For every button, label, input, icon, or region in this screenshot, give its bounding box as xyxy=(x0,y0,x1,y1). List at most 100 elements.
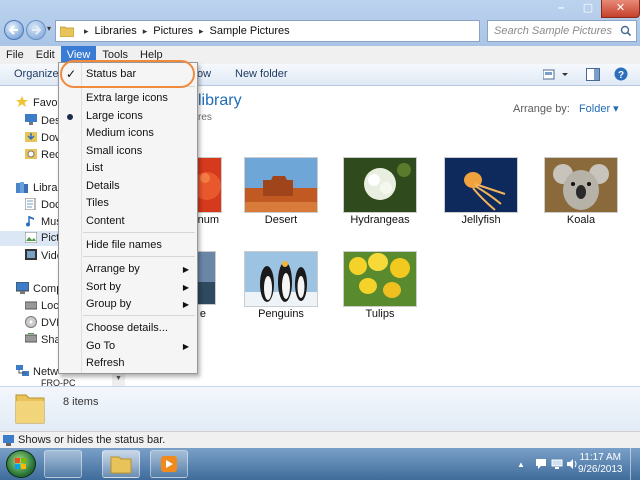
network-tray-icon[interactable] xyxy=(551,458,563,473)
clock-date: 9/26/2013 xyxy=(578,464,623,475)
chevron-right-icon: ▸ xyxy=(199,25,204,36)
desert-label[interactable]: Desert xyxy=(236,214,326,226)
libraries-icon xyxy=(16,181,28,196)
dvd-icon xyxy=(25,316,37,331)
hydrangeas-label[interactable]: Hydrangeas xyxy=(335,214,425,226)
nav-network[interactable]: Netw xyxy=(33,365,58,380)
menu-item-group-by[interactable]: Group by ▶ xyxy=(59,296,197,313)
music-icon xyxy=(25,215,36,230)
menu-item-details[interactable]: Details xyxy=(59,178,197,195)
status-text: Shows or hides the status bar. xyxy=(18,434,166,446)
organize-button[interactable]: Organize xyxy=(14,68,59,80)
chevron-right-icon: ▸ xyxy=(84,25,89,36)
tulips-label[interactable]: Tulips xyxy=(335,308,425,320)
library-title: library xyxy=(198,92,242,109)
menu-item-sort-by[interactable]: Sort by ▶ xyxy=(59,279,197,296)
favorites-star-icon xyxy=(16,96,28,111)
view-menu-dropdown: ✓ Status bar Extra large icons Large icon… xyxy=(58,62,198,374)
status-bar: Shows or hides the status bar. xyxy=(0,431,640,448)
breadcrumb-sample-pictures[interactable]: Sample Pictures xyxy=(210,25,290,37)
clock-time: 11:17 AM xyxy=(579,452,621,463)
hydrangeas-thumbnail[interactable] xyxy=(343,157,417,213)
network-icon xyxy=(16,365,29,380)
menu-item-hide-file-names[interactable]: Hide file names xyxy=(59,237,197,254)
menu-separator xyxy=(83,315,195,316)
scroll-down-button[interactable]: ▼ xyxy=(112,372,125,386)
submenu-arrow-icon: ▶ xyxy=(182,283,189,292)
help-icon[interactable]: ? xyxy=(614,67,628,84)
media-player-icon xyxy=(161,456,177,472)
koala-thumbnail[interactable] xyxy=(544,157,618,213)
taskbar-explorer-button[interactable] xyxy=(44,450,82,478)
menu-item-content[interactable]: Content xyxy=(59,213,197,230)
menu-item-medium-icons[interactable]: Medium icons xyxy=(59,125,197,142)
jellyfish-label[interactable]: Jellyfish xyxy=(436,214,526,226)
libraries-folder-icon xyxy=(110,456,132,474)
folder-large-icon xyxy=(15,394,45,424)
desert-thumbnail[interactable] xyxy=(244,157,318,213)
close-button[interactable]: ✕ xyxy=(601,0,640,18)
lighthouse-thumbnail[interactable] xyxy=(196,251,216,305)
radio-bullet-icon xyxy=(67,114,73,120)
minimize-button[interactable]: – xyxy=(547,0,575,18)
windows-logo-icon xyxy=(15,458,26,469)
recent-places-icon xyxy=(25,148,37,162)
computer-icon xyxy=(15,281,30,297)
search-input[interactable]: Search Sample Pictures xyxy=(487,20,637,42)
menu-item-arrange-by[interactable]: Arrange by ▶ xyxy=(59,261,197,278)
menu-file[interactable]: File xyxy=(0,46,30,64)
menu-item-small-icons[interactable]: Small icons xyxy=(59,143,197,160)
submenu-arrow-icon: ▶ xyxy=(182,265,189,274)
breadcrumb-libraries[interactable]: Libraries xyxy=(95,25,137,37)
show-hidden-icons-button[interactable]: ▲ xyxy=(517,460,525,469)
maximize-button[interactable]: ▢ xyxy=(575,0,601,18)
svg-text:?: ? xyxy=(618,70,624,81)
menu-item-go-to[interactable]: Go To ▶ xyxy=(59,338,197,355)
videos-icon xyxy=(25,249,37,263)
breadcrumb-pictures[interactable]: Pictures xyxy=(153,25,193,37)
arrange-by-label: Arrange by: xyxy=(513,103,570,115)
pictures-icon xyxy=(24,231,38,246)
nav-libraries[interactable]: Librar xyxy=(33,181,61,196)
nav-fro-pc[interactable]: FRO-PC xyxy=(41,379,76,386)
address-bar[interactable]: ▸ Libraries ▸ Pictures ▸ Sample Pictures xyxy=(55,20,480,42)
new-folder-button[interactable]: New folder xyxy=(235,68,288,80)
menu-item-extra-large-icons[interactable]: Extra large icons xyxy=(59,90,197,107)
local-disk-icon xyxy=(24,300,38,313)
arrange-by-dropdown[interactable]: Folder ▾ xyxy=(579,103,619,115)
taskbar-media-player-button[interactable] xyxy=(150,450,188,478)
menu-item-tiles[interactable]: Tiles xyxy=(59,195,197,212)
action-center-icon[interactable] xyxy=(535,458,547,473)
forward-arrow-icon xyxy=(32,25,42,35)
menu-item-refresh[interactable]: Refresh xyxy=(59,355,197,372)
change-view-icon[interactable] xyxy=(542,69,569,84)
show-desktop-button[interactable] xyxy=(630,448,640,480)
menu-item-large-icons[interactable]: Large icons xyxy=(59,108,197,125)
koala-label[interactable]: Koala xyxy=(536,214,626,226)
downloads-icon xyxy=(25,131,37,145)
taskbar-libraries-button[interactable] xyxy=(102,450,140,478)
menu-item-choose-details[interactable]: Choose details... xyxy=(59,320,197,337)
forward-button[interactable] xyxy=(26,20,46,40)
jellyfish-thumbnail[interactable] xyxy=(444,157,518,213)
folder-icon xyxy=(60,26,74,37)
back-button[interactable] xyxy=(4,20,24,40)
status-computer-icon xyxy=(3,435,14,446)
menu-edit[interactable]: Edit xyxy=(30,46,61,64)
menu-item-list[interactable]: List xyxy=(59,160,197,177)
submenu-arrow-icon: ▶ xyxy=(182,300,189,309)
preview-pane-icon[interactable] xyxy=(586,68,600,84)
documents-icon xyxy=(24,197,36,213)
highlight-annotation xyxy=(60,60,195,88)
system-clock[interactable]: 11:17 AM 9/26/2013 xyxy=(578,452,623,476)
penguins-thumbnail[interactable] xyxy=(244,251,318,307)
library-subtitle: res xyxy=(198,112,212,123)
volume-icon[interactable] xyxy=(566,458,578,473)
tulips-thumbnail[interactable] xyxy=(343,251,417,307)
start-button[interactable] xyxy=(6,450,36,478)
penguins-label[interactable]: Penguins xyxy=(236,308,326,320)
recent-pages-icon[interactable]: ▾ xyxy=(47,24,51,33)
chrysanthemum-thumbnail[interactable] xyxy=(196,157,222,213)
menu-separator xyxy=(83,232,195,233)
view-button-partial[interactable]: ow xyxy=(197,68,211,80)
